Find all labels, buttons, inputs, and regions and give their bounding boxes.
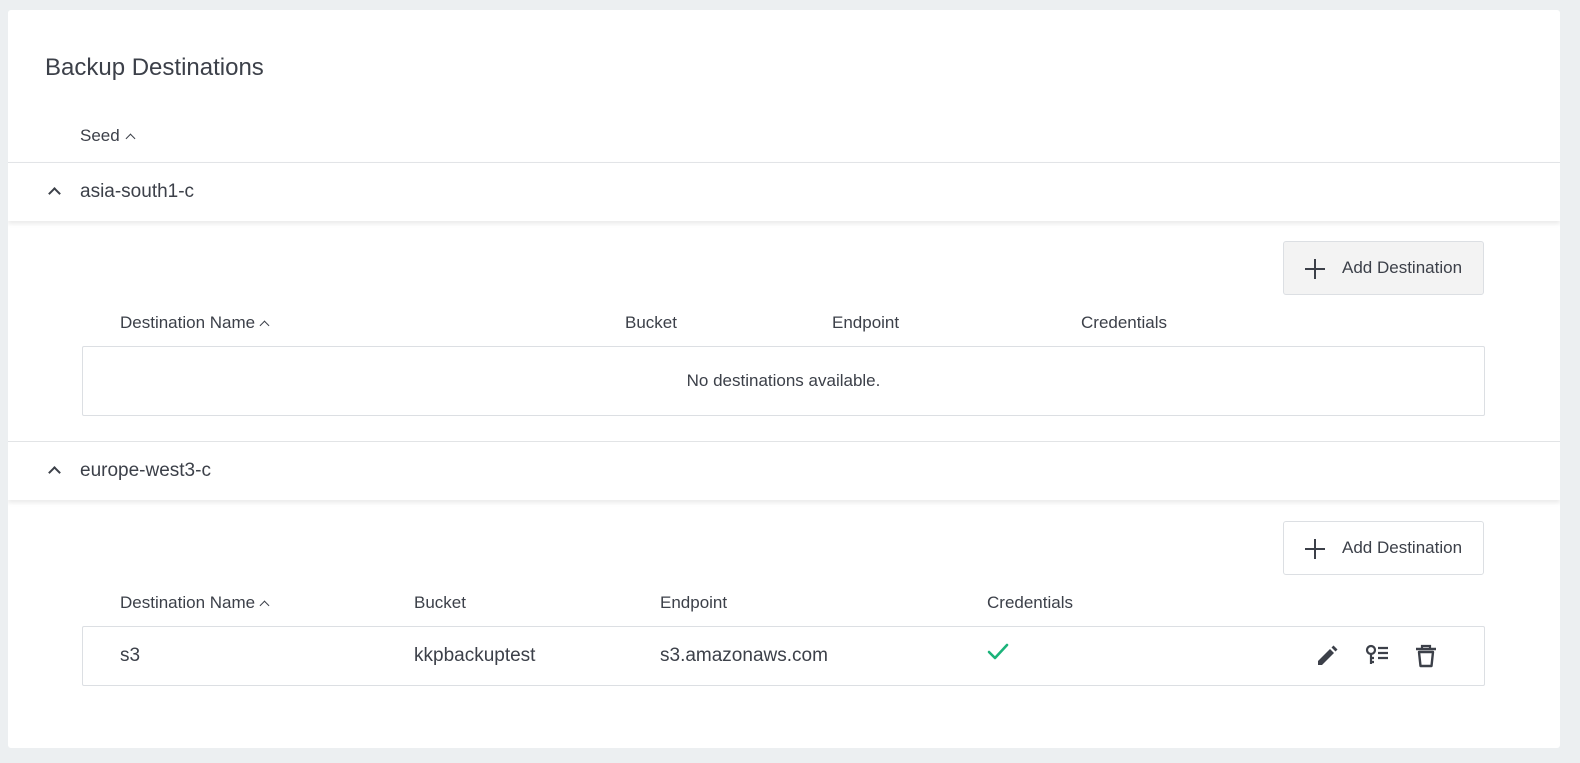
column-label: Destination Name [120, 313, 256, 332]
table-row[interactable]: s3 kkpbackuptest s3.amazonaws.com [82, 626, 1485, 686]
check-icon [987, 643, 1009, 661]
seed-row-europe-west3-c[interactable]: europe-west3-c [8, 442, 1560, 500]
seed-column-header[interactable]: Seed [80, 126, 137, 146]
column-header-credentials: Credentials [987, 593, 1073, 613]
sort-ascending-icon [258, 597, 271, 610]
bucket-cell: kkpbackuptest [414, 645, 536, 666]
sort-ascending-icon [124, 130, 137, 143]
column-header-bucket: Bucket [414, 593, 466, 613]
column-label: Endpoint [660, 593, 728, 612]
destinations-table-empty: No destinations available. [82, 346, 1485, 416]
column-header-destination-name[interactable]: Destination Name [120, 593, 271, 613]
delete-icon[interactable] [1413, 643, 1439, 669]
column-label: Endpoint [832, 313, 900, 332]
column-header-destination-name[interactable]: Destination Name [120, 313, 271, 333]
edit-icon[interactable] [1314, 643, 1340, 669]
seed-name: asia-south1-c [80, 181, 195, 202]
plus-icon [1305, 539, 1325, 559]
destination-name-cell: s3 [120, 645, 141, 666]
column-label: Destination Name [120, 593, 256, 612]
column-label: Credentials [987, 593, 1073, 612]
chevron-up-icon[interactable] [48, 187, 60, 199]
add-destination-button[interactable]: Add Destination [1283, 241, 1484, 295]
add-destination-label: Add Destination [1342, 538, 1463, 557]
backup-destinations-card: Backup Destinations Seed asia-south1-c A… [8, 10, 1560, 748]
column-label: Credentials [1081, 313, 1167, 332]
column-label: Bucket [414, 593, 466, 612]
column-header-endpoint: Endpoint [660, 593, 727, 613]
add-destination-button[interactable]: Add Destination [1283, 521, 1484, 575]
sort-ascending-icon [258, 317, 271, 330]
endpoint-cell: s3.amazonaws.com [660, 645, 828, 666]
edit-credentials-icon[interactable] [1364, 643, 1390, 669]
column-header-endpoint: Endpoint [832, 313, 899, 333]
add-destination-label: Add Destination [1342, 258, 1463, 277]
page-title: Backup Destinations [45, 54, 264, 81]
empty-message: No destinations available. [686, 371, 881, 390]
seed-name: europe-west3-c [80, 460, 211, 481]
seed-column-label: Seed [80, 126, 120, 145]
plus-icon [1305, 259, 1325, 279]
column-header-credentials: Credentials [1081, 313, 1167, 333]
column-header-bucket: Bucket [625, 313, 677, 333]
seed-row-asia-south1-c[interactable]: asia-south1-c [8, 162, 1560, 221]
chevron-up-icon[interactable] [48, 466, 60, 478]
column-label: Bucket [625, 313, 677, 332]
